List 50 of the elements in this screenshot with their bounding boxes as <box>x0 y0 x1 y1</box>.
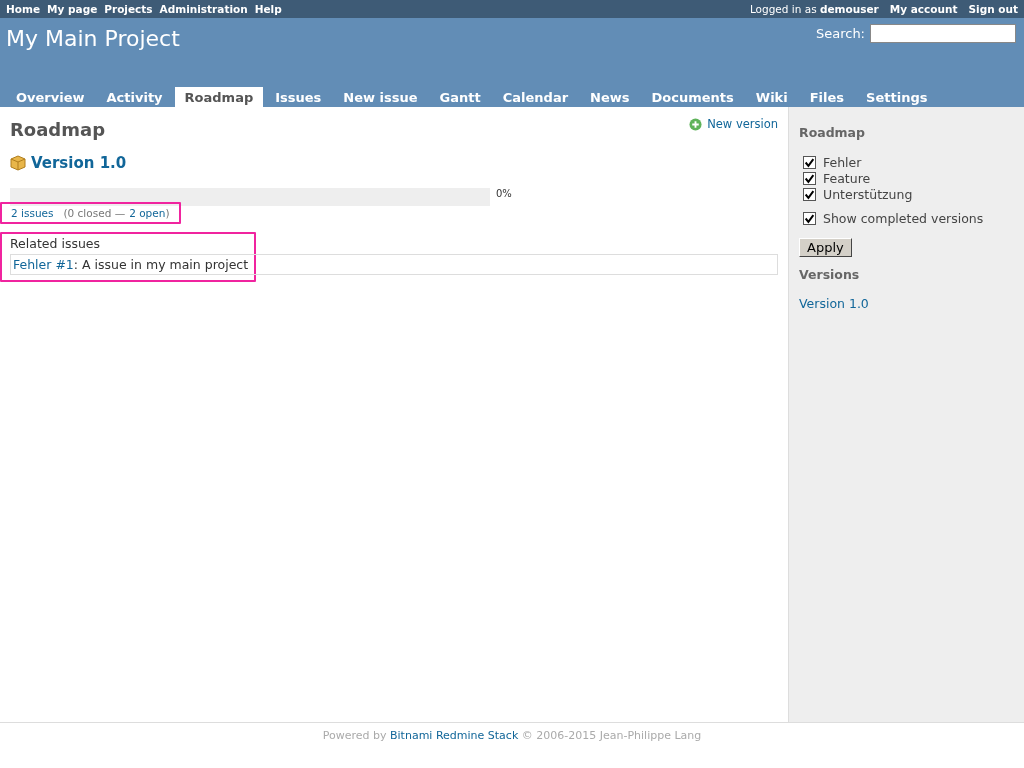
new-version-link[interactable]: New version <box>689 117 778 131</box>
issues-link[interactable]: 2 issues <box>11 207 54 219</box>
checkbox-label: Fehler <box>823 154 862 170</box>
search-label: Search: <box>815 26 865 41</box>
open-issues-link[interactable]: 2 open <box>129 207 166 219</box>
issue-link[interactable]: Fehler #1 <box>13 257 74 272</box>
closed-count-text: (0 closed — <box>63 207 126 219</box>
close-paren-text: ) <box>165 207 170 219</box>
progress-percent: 0% <box>496 188 512 199</box>
checkbox[interactable] <box>803 187 816 201</box>
tab[interactable]: Roadmap <box>174 87 264 107</box>
tab[interactable]: Settings <box>856 87 938 107</box>
checkbox[interactable] <box>803 171 816 185</box>
sidebar-heading: Roadmap <box>799 125 866 140</box>
footer-text: Powered by Bitnami Redmine Stack © 2006-2015 Jean-Philippe Lang <box>322 729 702 742</box>
version-link[interactable]: Version 1.0 <box>31 154 127 172</box>
apply-button[interactable]: Apply <box>799 238 852 257</box>
checkbox-label: Show completed versions <box>823 210 984 226</box>
related-issues-title: Related issues <box>10 236 102 251</box>
page-title: Roadmap <box>10 119 106 140</box>
tab[interactable]: News <box>580 87 640 107</box>
package-icon <box>10 155 26 171</box>
project-title: My Main Project <box>6 26 180 51</box>
tab[interactable]: Issues <box>265 87 332 107</box>
footer-link[interactable]: Bitnami Redmine Stack <box>390 729 519 742</box>
tab[interactable]: Overview <box>6 87 95 107</box>
checkbox[interactable] <box>803 155 816 169</box>
issue-subject: : A issue in my main project <box>73 257 249 272</box>
search-field[interactable] <box>870 24 1016 43</box>
top-menu-link[interactable]: Projects <box>104 3 153 15</box>
checkbox-label: Unterstützung <box>823 186 913 202</box>
sidebar-heading: Versions <box>799 267 861 282</box>
tab[interactable]: New issue <box>333 87 428 107</box>
tab[interactable]: Files <box>799 87 855 107</box>
tab[interactable]: Calendar <box>492 87 579 107</box>
tab[interactable]: Documents <box>641 87 744 107</box>
top-menu-link[interactable]: Home <box>6 3 41 15</box>
tab[interactable]: Gantt <box>429 87 491 107</box>
add-icon <box>689 117 703 131</box>
tab[interactable]: Activity <box>96 87 173 107</box>
checkbox[interactable] <box>803 211 816 225</box>
top-menu-link[interactable]: Sign out <box>968 3 1018 15</box>
top-menu-link[interactable]: My page <box>47 3 98 15</box>
checkbox-label: Feature <box>823 170 871 186</box>
top-menu-link[interactable]: My account <box>889 3 958 15</box>
top-menu-link[interactable]: Help <box>254 3 282 15</box>
logged-in-text: Logged in as demouser <box>749 3 879 15</box>
version-link[interactable]: Version 1.0 <box>799 296 869 311</box>
tab[interactable]: Wiki <box>745 87 798 107</box>
top-menu-link[interactable]: Administration <box>159 3 248 15</box>
